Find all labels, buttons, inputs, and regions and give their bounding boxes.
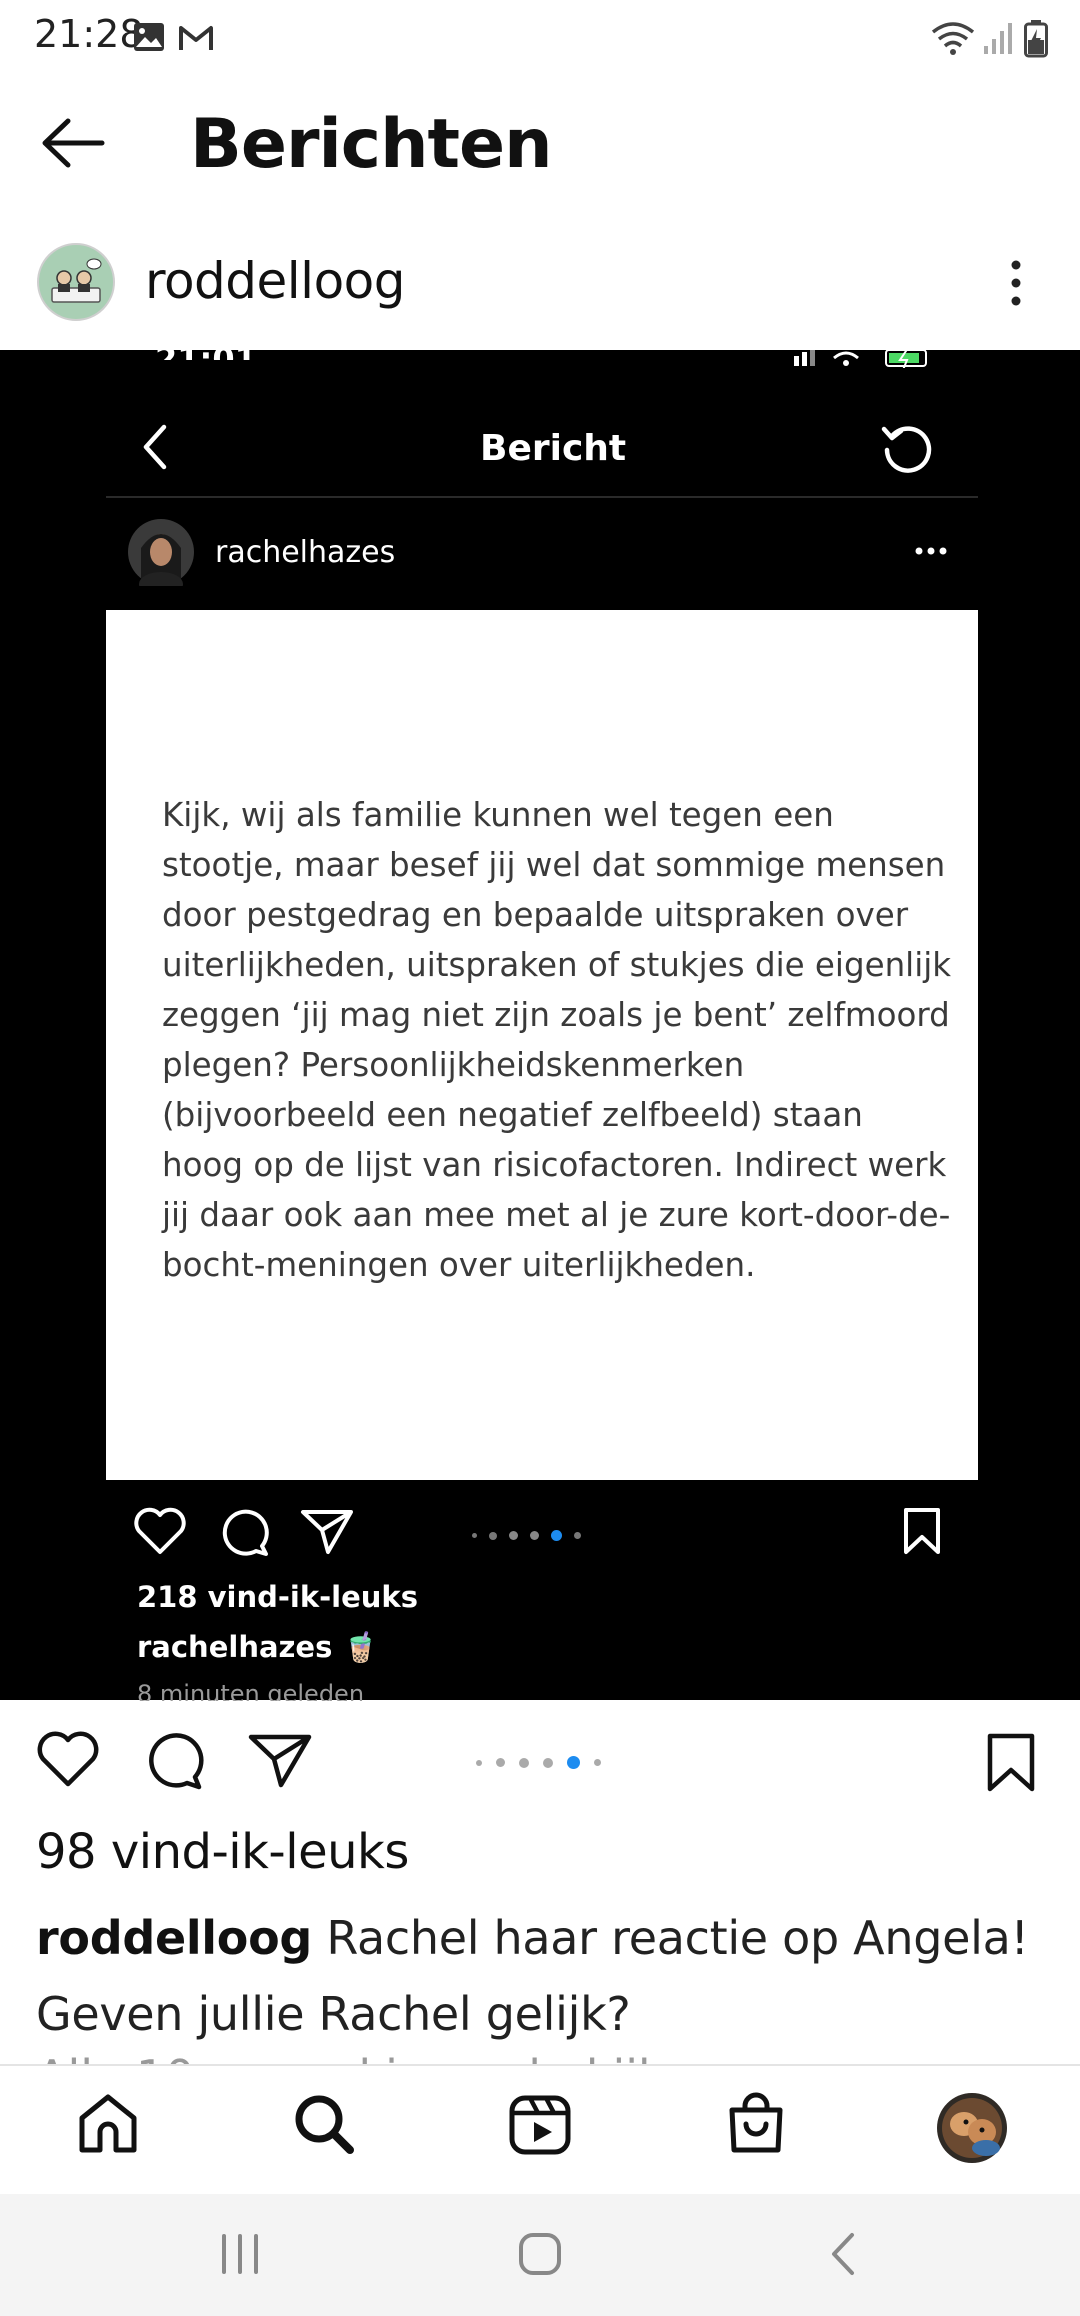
wifi-icon (930, 20, 976, 56)
embedded-heart-icon (133, 1506, 187, 1556)
embedded-refresh-icon (880, 421, 934, 475)
comment-icon[interactable] (142, 1730, 204, 1792)
status-time: 21:28 (34, 12, 144, 56)
embedded-more-icon (913, 545, 949, 557)
embedded-bookmark-icon (902, 1507, 942, 1555)
caption-username[interactable]: roddelloog (36, 1911, 312, 1965)
embedded-send-icon (300, 1508, 354, 1556)
arrow-left-icon[interactable] (40, 118, 106, 168)
embedded-back-icon (140, 423, 170, 471)
search-icon[interactable] (292, 2092, 356, 2156)
send-icon[interactable] (248, 1733, 312, 1789)
battery-charging-icon (1024, 20, 1048, 58)
embedded-title: Bericht (480, 428, 627, 469)
embedded-status-icons (790, 348, 940, 368)
avatar[interactable] (36, 242, 116, 322)
embedded-timestamp: 8 minuten geleden (137, 1680, 365, 1701)
embedded-likes: 218 vind-ik-leuks (137, 1580, 418, 1614)
embedded-username: rachelhazes (215, 535, 396, 570)
home-button[interactable] (518, 2232, 562, 2276)
embedded-caption-emoji: 🧋 (342, 1630, 379, 1664)
image-icon (133, 22, 165, 52)
likes-count[interactable]: 98 vind-ik-leuks (36, 1824, 409, 1880)
shop-icon[interactable] (726, 2092, 786, 2156)
bookmark-icon[interactable] (985, 1733, 1037, 1793)
embedded-divider (106, 496, 978, 498)
recents-button[interactable] (218, 2234, 262, 2274)
post-username[interactable]: roddelloog (145, 252, 406, 310)
post-caption: roddelloog Rachel haar reactie op Angela… (36, 1900, 1046, 2052)
signal-icon (982, 22, 1014, 56)
page-title: Berichten (190, 105, 553, 184)
embedded-caption: rachelhazes 🧋 (137, 1630, 379, 1665)
back-button[interactable] (828, 2232, 858, 2276)
embedded-avatar (127, 518, 195, 586)
embedded-status-time: 21:01 (155, 340, 257, 360)
home-icon[interactable] (76, 2092, 140, 2156)
gmail-icon (178, 24, 214, 52)
embedded-comment-icon (218, 1506, 270, 1558)
heart-icon[interactable] (36, 1730, 100, 1788)
reels-icon[interactable] (508, 2094, 572, 2156)
carousel-dots (476, 1752, 601, 1771)
more-vertical-icon[interactable] (1006, 260, 1026, 306)
embedded-quote-text: Kijk, wij als familie kunnen wel tegen e… (162, 796, 952, 1284)
profile-avatar[interactable] (936, 2092, 1008, 2164)
embedded-caption-user: rachelhazes (137, 1630, 333, 1664)
embedded-carousel-dots (472, 1525, 581, 1544)
